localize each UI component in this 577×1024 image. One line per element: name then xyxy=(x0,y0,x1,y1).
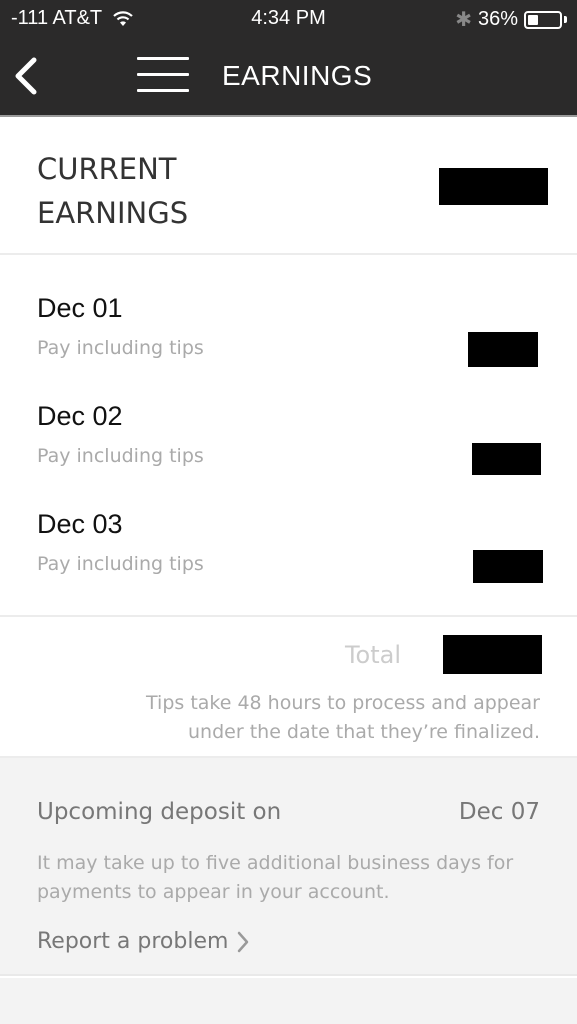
hamburger-line xyxy=(137,57,189,60)
menu-button[interactable] xyxy=(135,55,191,95)
bottom-filler xyxy=(0,978,577,1024)
current-earnings-label: CURRENT EARNINGS xyxy=(37,147,188,235)
hamburger-line xyxy=(137,89,189,92)
day-subtitle: Pay including tips xyxy=(37,337,204,359)
current-earnings-label-line2: EARNINGS xyxy=(37,196,189,230)
total-amount-redacted xyxy=(443,635,542,674)
chevron-left-icon xyxy=(15,57,37,95)
totals-section: Total Tips take 48 hours to process and … xyxy=(0,619,577,758)
page-title: EARNINGS xyxy=(222,60,373,91)
back-button[interactable] xyxy=(12,56,44,96)
day-date: Dec 03 xyxy=(37,509,123,539)
list-item[interactable]: Dec 03 Pay including tips xyxy=(0,509,577,609)
deposit-date: Dec 07 xyxy=(458,799,540,825)
status-bar: -111 AT&T 4:34 PM ✱ 36% xyxy=(0,0,577,40)
current-earnings-label-line1: CURRENT xyxy=(37,152,177,186)
battery-icon xyxy=(524,10,562,29)
deposit-section: Upcoming deposit on Dec 07 It may take u… xyxy=(0,758,577,976)
deposit-label: Upcoming deposit on xyxy=(37,799,282,825)
battery-percent: 36% xyxy=(477,8,518,30)
day-amount-redacted xyxy=(468,332,538,367)
report-problem-link[interactable]: Report a problem xyxy=(37,929,250,954)
day-subtitle: Pay including tips xyxy=(37,445,204,467)
day-date: Dec 02 xyxy=(37,401,123,431)
chevron-right-icon xyxy=(238,931,249,952)
day-amount-redacted xyxy=(473,550,543,583)
daily-earnings-list: Dec 01 Pay including tips Dec 02 Pay inc… xyxy=(0,257,577,617)
battery-level xyxy=(528,14,539,25)
total-label: Total xyxy=(344,641,401,669)
current-earnings-section: CURRENT EARNINGS xyxy=(0,117,577,255)
list-item[interactable]: Dec 01 Pay including tips xyxy=(0,293,577,393)
status-right: ✱ 36% xyxy=(455,7,567,32)
bluetooth-icon: ✱ xyxy=(455,9,472,31)
list-item[interactable]: Dec 02 Pay including tips xyxy=(0,401,577,501)
report-problem-label: Report a problem xyxy=(37,929,229,954)
day-amount-redacted xyxy=(472,443,541,475)
hamburger-line xyxy=(137,73,189,76)
current-earnings-amount-redacted xyxy=(439,168,548,205)
day-date: Dec 01 xyxy=(37,293,123,323)
battery-tip xyxy=(564,16,567,23)
deposit-note: It may take up to five additional busine… xyxy=(37,852,514,903)
day-subtitle: Pay including tips xyxy=(37,553,204,575)
tips-note: Tips take 48 hours to process and appear… xyxy=(146,692,540,743)
nav-bar: EARNINGS xyxy=(0,40,577,115)
